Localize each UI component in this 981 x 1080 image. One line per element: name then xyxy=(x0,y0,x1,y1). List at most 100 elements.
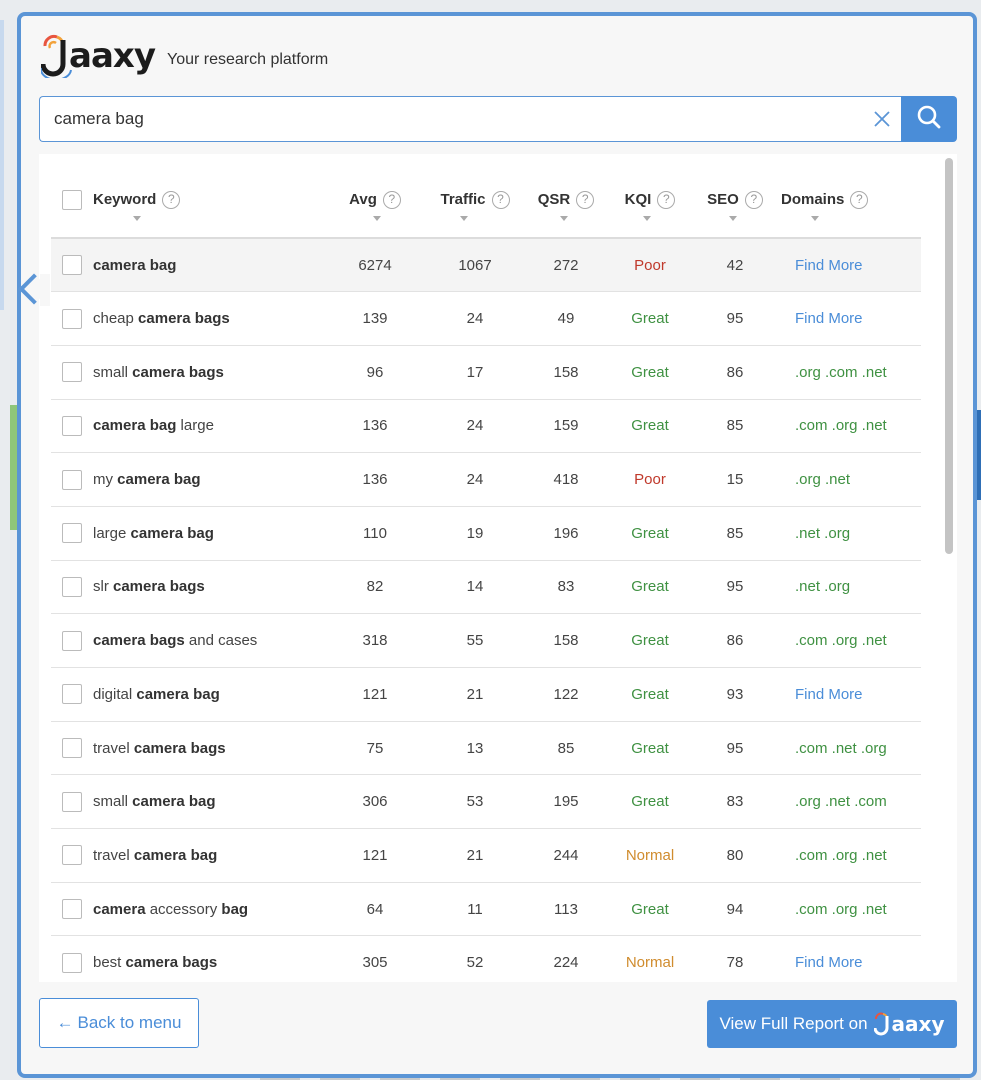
table-row[interactable]: slr camera bags 82 14 83 Great 95 .net .org xyxy=(51,560,921,615)
row-checkbox[interactable] xyxy=(62,899,82,920)
keyword-cell[interactable]: digital camera bag xyxy=(93,667,321,722)
view-full-report-button[interactable]: View Full Report on aaxy xyxy=(707,1000,957,1048)
row-checkbox-cell xyxy=(51,238,93,293)
row-checkbox-cell xyxy=(51,506,93,561)
domains-list: .org .com .net xyxy=(795,363,887,381)
find-more-link[interactable]: Find More xyxy=(795,257,863,274)
row-checkbox[interactable] xyxy=(62,362,82,383)
avg-cell: 121 xyxy=(321,828,429,883)
keyword-cell[interactable]: camera bag xyxy=(93,238,321,293)
table-row[interactable]: best camera bags 305 52 224 Normal 78 Find Mor… xyxy=(51,935,921,982)
help-icon[interactable]: ? xyxy=(491,190,510,209)
domains-cell[interactable]: Find More xyxy=(781,291,921,346)
find-more-link[interactable]: Find More xyxy=(795,686,863,703)
keyword-cell[interactable]: small camera bag xyxy=(93,774,321,830)
keyword-cell[interactable]: cheap camera bags xyxy=(93,291,321,346)
table-row[interactable]: camera bag 6274 1067 272 Poor 42 Find More xyxy=(51,238,921,293)
row-checkbox[interactable] xyxy=(62,415,82,436)
keyword-cell[interactable]: travel camera bag xyxy=(93,828,321,883)
keyword-table: Keyword? Avg? Traffic? QSR? KQI? SEO? Do… xyxy=(51,154,921,982)
find-more-link[interactable]: Find More xyxy=(795,310,863,327)
keyword-cell[interactable]: camera accessory bag xyxy=(93,882,321,937)
row-checkbox[interactable] xyxy=(62,791,82,812)
row-checkbox[interactable] xyxy=(62,952,82,973)
row-checkbox-cell xyxy=(51,935,93,982)
keyword-part: camera bag xyxy=(93,256,177,274)
table-row[interactable]: cheap camera bags 139 24 49 Great 95 Find More xyxy=(51,291,921,346)
row-checkbox[interactable] xyxy=(62,845,82,866)
table-row[interactable]: camera bag large 136 24 159 Great 85 .com .org… xyxy=(51,399,921,454)
row-checkbox[interactable] xyxy=(62,576,82,597)
col-keyword[interactable]: Keyword? xyxy=(93,154,321,239)
col-traffic[interactable]: Traffic? xyxy=(429,154,521,239)
row-checkbox[interactable] xyxy=(62,684,82,705)
keyword-part: camera bag xyxy=(136,685,220,703)
keyword-cell[interactable]: small camera bags xyxy=(93,345,321,400)
keyword-cell[interactable]: camera bags and cases xyxy=(93,613,321,668)
domains-cell[interactable]: Find More xyxy=(781,667,921,722)
table-row[interactable]: travel camera bags 75 13 85 Great 95 .com .net… xyxy=(51,721,921,776)
keyword-cell[interactable]: large camera bag xyxy=(93,506,321,561)
row-checkbox[interactable] xyxy=(62,630,82,651)
help-icon[interactable]: ? xyxy=(850,190,869,209)
row-checkbox-cell xyxy=(51,452,93,507)
keyword-cell[interactable]: slr camera bags xyxy=(93,560,321,615)
help-icon[interactable]: ? xyxy=(382,190,401,209)
keyword-cell[interactable]: my camera bag xyxy=(93,452,321,507)
sort-caret-icon xyxy=(373,215,382,221)
col-seo[interactable]: SEO? xyxy=(689,154,781,239)
help-icon[interactable]: ? xyxy=(744,190,763,209)
table-row[interactable]: travel camera bag 121 21 244 Normal 80 .com .o… xyxy=(51,828,921,883)
search-input[interactable] xyxy=(39,96,901,142)
col-domains[interactable]: Domains? xyxy=(781,154,921,239)
keyword-part: camera bags xyxy=(125,954,218,972)
traffic-cell: 24 xyxy=(429,291,521,346)
avg-cell: 110 xyxy=(321,506,429,561)
domains-list: .org .net xyxy=(795,471,851,489)
qsr-cell: 49 xyxy=(521,291,611,346)
seo-cell: 86 xyxy=(689,345,781,400)
row-checkbox-cell xyxy=(51,291,93,346)
keyword-part: camera bag xyxy=(130,524,214,542)
table-row[interactable]: my camera bag 136 24 418 Poor 15 .org .net xyxy=(51,452,921,507)
help-icon[interactable]: ? xyxy=(162,190,181,209)
domains-cell[interactable]: Find More xyxy=(781,238,921,293)
col-avg[interactable]: Avg? xyxy=(321,154,429,239)
keyword-part: travel xyxy=(93,846,134,864)
col-kqi[interactable]: KQI? xyxy=(611,154,689,239)
find-more-link[interactable]: Find More xyxy=(795,954,863,971)
row-checkbox[interactable] xyxy=(62,469,82,490)
table-row[interactable]: camera accessory bag 64 11 113 Great 94 .com .… xyxy=(51,882,921,937)
jaaxy-logo-text: aaxy xyxy=(891,1012,945,1036)
help-icon[interactable]: ? xyxy=(576,190,595,209)
keyword-cell[interactable]: travel camera bags xyxy=(93,721,321,776)
search-button[interactable] xyxy=(901,96,957,142)
close-icon[interactable] xyxy=(871,108,893,130)
table-row[interactable]: small camera bag 306 53 195 Great 83 .org .net… xyxy=(51,774,921,830)
keyword-part: bag xyxy=(221,900,249,918)
col-domains-label: Domains xyxy=(781,191,845,208)
scrollbar[interactable] xyxy=(945,158,953,554)
domains-cell[interactable]: Find More xyxy=(781,935,921,982)
table-row[interactable]: small camera bags 96 17 158 Great 86 .org .com… xyxy=(51,345,921,400)
table-row[interactable]: digital camera bag 121 21 122 Great 93 Find Mo… xyxy=(51,667,921,722)
keyword-part: and cases xyxy=(184,632,258,650)
row-checkbox[interactable] xyxy=(62,255,82,276)
back-to-menu-button[interactable]: ← Back to menu xyxy=(39,998,199,1048)
sort-caret-icon xyxy=(729,215,738,221)
domains-cell: .org .net xyxy=(781,452,921,507)
select-all-checkbox[interactable] xyxy=(62,189,82,210)
table-row[interactable]: large camera bag 110 19 196 Great 85 .net .org xyxy=(51,506,921,561)
row-checkbox[interactable] xyxy=(62,308,82,329)
keyword-table-body: camera bag 6274 1067 272 Poor 42 Find More chea… xyxy=(51,238,921,982)
keyword-cell[interactable]: best camera bags xyxy=(93,935,321,982)
table-row[interactable]: camera bags and cases 318 55 158 Great 86 .com… xyxy=(51,613,921,668)
row-checkbox[interactable] xyxy=(62,523,82,544)
row-checkbox-cell xyxy=(51,882,93,937)
keyword-cell[interactable]: camera bag large xyxy=(93,399,321,454)
avg-cell: 136 xyxy=(321,452,429,507)
select-all-cell xyxy=(51,154,93,239)
row-checkbox[interactable] xyxy=(62,738,82,759)
col-qsr[interactable]: QSR? xyxy=(521,154,611,239)
help-icon[interactable]: ? xyxy=(657,190,676,209)
